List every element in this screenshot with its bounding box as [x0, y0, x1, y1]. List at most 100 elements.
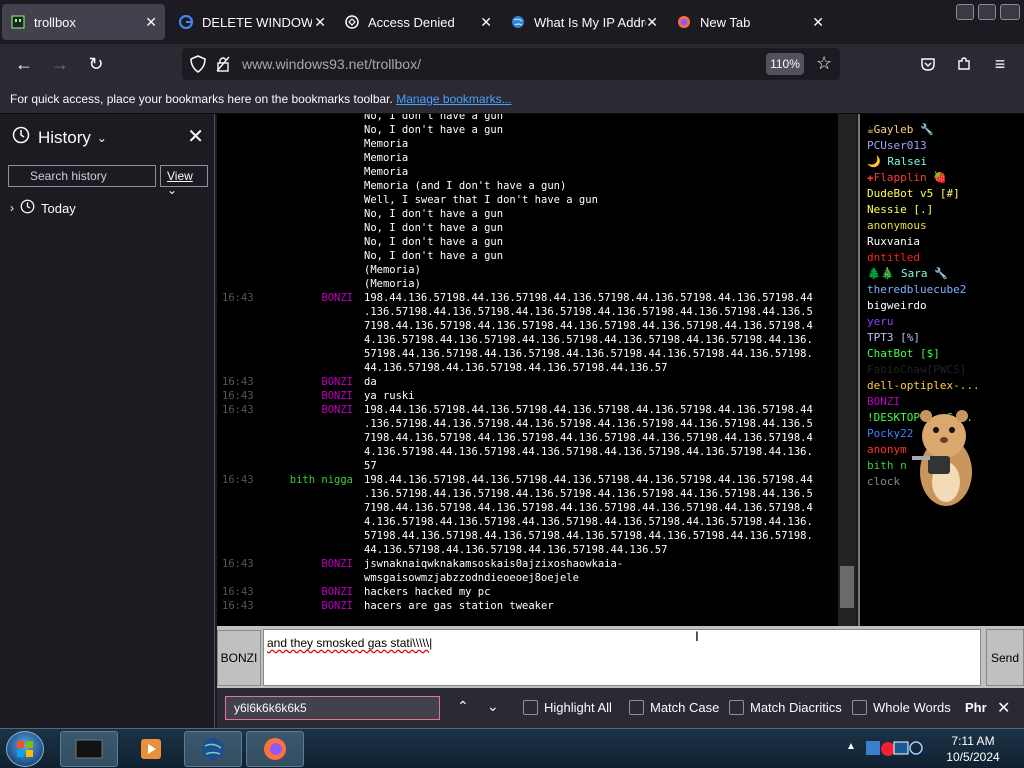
message-text: 57198.44.136.57198.44.136.57198.44.136.5… [364, 530, 813, 542]
history-group-today[interactable]: › Today [10, 199, 76, 217]
chat-scrollbar[interactable] [838, 114, 856, 626]
user-list-item[interactable]: yeru [867, 314, 1024, 330]
message-nick[interactable]: BONZI [321, 558, 353, 570]
user-list-item[interactable]: ChatBot [$] [867, 346, 1024, 362]
pocket-icon[interactable] [916, 52, 940, 76]
search-history-input[interactable]: Search history [8, 165, 156, 187]
close-tab-icon[interactable]: ✕ [646, 14, 658, 31]
hamster-mascot-icon [912, 410, 972, 506]
shield-favicon-icon [344, 14, 360, 30]
close-find-bar-icon[interactable]: ✕ [997, 698, 1010, 718]
url-text[interactable]: www.windows93.net/trollbox/ [242, 56, 421, 72]
text-caret: | [429, 636, 433, 650]
taskbar-media-player-icon[interactable] [122, 731, 180, 767]
show-hidden-icons-icon[interactable]: ▲ [846, 741, 856, 752]
close-tab-icon[interactable]: ✕ [314, 14, 326, 31]
message-text: .136.57198.44.136.57198.44.136.57198.44.… [364, 418, 813, 430]
zoom-level-badge[interactable]: 110% [766, 53, 804, 75]
whole-words-checkbox[interactable]: Whole Words [852, 700, 951, 715]
message-text: 44.136.57198.44.136.57198.44.136.57198.4… [364, 544, 668, 556]
close-tab-icon[interactable]: ✕ [812, 14, 824, 31]
message-nick[interactable]: BONZI [321, 390, 353, 402]
user-list-item[interactable]: theredbluecube2 [867, 282, 1024, 298]
find-next-icon[interactable]: ⌄ [487, 698, 499, 715]
message-nick[interactable]: BONZI [321, 404, 353, 416]
checkbox-label: Match Diacritics [750, 700, 842, 715]
send-button[interactable]: Send [986, 629, 1024, 686]
user-list-item[interactable]: PCUser013 [867, 138, 1024, 154]
user-list-item[interactable]: ☕Gayleb 🔧 [867, 122, 1024, 138]
bookmarks-toolbar: For quick access, place your bookmarks h… [0, 84, 1024, 114]
chat-log[interactable]: No, I don't have a gun No, I don't have a… [217, 114, 839, 626]
find-input[interactable]: y6l6k6k6k6k5 [225, 696, 440, 720]
taskbar-firefox-icon[interactable] [246, 731, 304, 767]
tab-new-tab[interactable]: New Tab ✕ [668, 4, 832, 40]
clock-icon [20, 199, 35, 217]
nickname-button[interactable]: BONZI [217, 630, 261, 686]
user-list-item[interactable]: 🌲🎄 Sara 🔧 [867, 266, 1024, 282]
user-list-item[interactable]: bigweirdo [867, 298, 1024, 314]
tracking-protection-shield-icon[interactable] [190, 55, 206, 78]
message-nick[interactable]: BONZI [321, 292, 353, 304]
google-favicon-icon [178, 14, 194, 30]
message-textarea[interactable]: and they smosked gas stati\\\\\| [263, 629, 981, 686]
message-nick[interactable]: BONZI [321, 586, 353, 598]
close-window-icon[interactable] [1000, 4, 1020, 20]
insecure-lock-icon[interactable] [216, 56, 230, 77]
close-tab-icon[interactable]: ✕ [145, 14, 157, 31]
user-list-item[interactable]: ✚Flapplin 🍓 [867, 170, 1024, 186]
tab-what-is-my-ip[interactable]: What Is My IP Addre ✕ [502, 4, 666, 40]
message-text: No, I don't have a gun [364, 250, 504, 262]
match-case-checkbox[interactable]: Match Case [629, 700, 719, 715]
address-bar[interactable]: www.windows93.net/trollbox/ 110% ☆ [182, 48, 840, 80]
system-clock[interactable]: 7:11 AM 10/5/2024 [940, 733, 1006, 765]
message-nick[interactable]: bith nigga [290, 474, 353, 486]
message-text: Memoria [364, 138, 409, 150]
forward-arrow-icon[interactable]: → [48, 52, 72, 76]
chevron-down-icon: ⌄ [96, 130, 107, 145]
user-list-item[interactable]: dell-optiplex-... [867, 378, 1024, 394]
message-text: No, I don't have a gun [364, 222, 504, 234]
close-tab-icon[interactable]: ✕ [480, 14, 492, 31]
taskbar-terminal-icon[interactable] [60, 731, 118, 767]
close-sidebar-icon[interactable]: ✕ [187, 124, 204, 149]
message-timestamp: 16:43 [222, 376, 254, 388]
reload-icon[interactable]: ↻ [84, 52, 108, 76]
message-text: Memoria [364, 166, 409, 178]
user-list-item[interactable]: Ruxvania [867, 234, 1024, 250]
taskbar-globe-icon[interactable] [184, 731, 242, 767]
user-list-item[interactable]: Nessie [.] [867, 202, 1024, 218]
scrollbar-thumb[interactable] [840, 566, 854, 608]
message-nick[interactable]: BONZI [321, 376, 353, 388]
user-list-item[interactable]: anonymous [867, 218, 1024, 234]
checkbox-label: Whole Words [873, 700, 951, 715]
user-list-item[interactable]: DudeBot v5 [#] [867, 186, 1024, 202]
find-in-page-bar: y6l6k6k6k6k5 ⌃ ⌄ Highlight All Match Cas… [217, 688, 1024, 728]
match-diacritics-checkbox[interactable]: Match Diacritics [729, 700, 842, 715]
user-list-item[interactable]: 🌙 Ralsei [867, 154, 1024, 170]
menu-hamburger-icon[interactable]: ≡ [988, 52, 1012, 76]
tab-access-denied[interactable]: Access Denied ✕ [336, 4, 500, 40]
user-list-item[interactable]: FabioChaw[PWCS] [867, 362, 1024, 378]
firefox-favicon-icon [676, 14, 692, 30]
sidebar-header[interactable]: History ⌄ [12, 126, 107, 149]
user-list-item[interactable]: dntitled [867, 250, 1024, 266]
start-button-icon[interactable] [6, 731, 44, 767]
find-previous-icon[interactable]: ⌃ [457, 698, 469, 715]
highlight-all-checkbox[interactable]: Highlight All [523, 700, 612, 715]
message-text: (Memoria) [364, 278, 421, 290]
back-arrow-icon[interactable]: ← [12, 52, 36, 76]
restore-window-icon[interactable] [978, 4, 996, 20]
tab-title: New Tab [700, 14, 751, 30]
tray-app-icon[interactable] [864, 737, 924, 764]
message-nick[interactable]: BONZI [321, 600, 353, 612]
manage-bookmarks-link[interactable]: Manage bookmarks... [396, 92, 511, 106]
minimize-window-icon[interactable] [956, 4, 974, 20]
extensions-icon[interactable] [952, 52, 976, 76]
user-list-item[interactable]: TPT3 [%] [867, 330, 1024, 346]
bookmark-star-icon[interactable]: ☆ [816, 53, 832, 74]
view-dropdown-button[interactable]: View ⌄ [160, 165, 208, 197]
message-text: No, I don't have a gun [364, 124, 504, 136]
tab-delete-windows[interactable]: DELETE WINDOWS 7 ✕ [170, 4, 334, 40]
tab-trollbox[interactable]: trollbox ✕ [2, 4, 165, 40]
